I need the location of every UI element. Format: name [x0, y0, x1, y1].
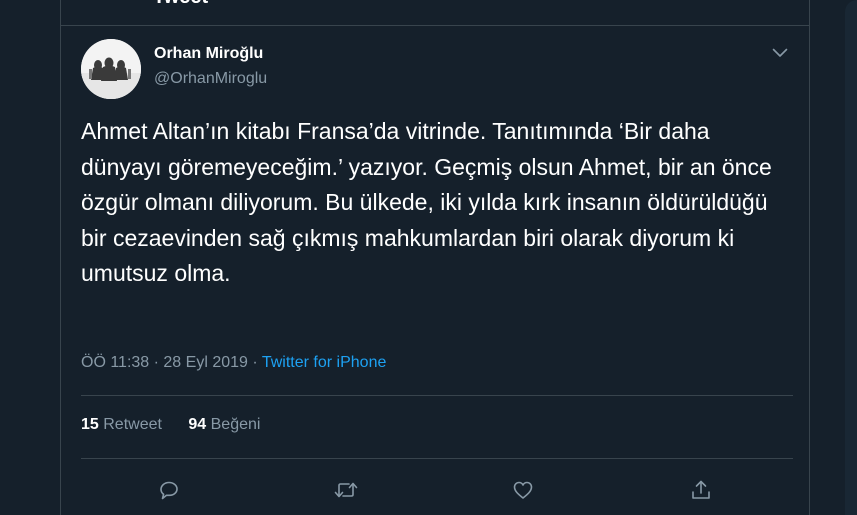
tweet-source-link[interactable]: Twitter for iPhone	[262, 354, 387, 371]
like-count: 94	[188, 416, 207, 433]
tweet-column: Tweet Orhan Miroğlu @OrhanMiroglu	[60, 0, 810, 515]
more-button[interactable]	[767, 42, 793, 64]
tweet-text: Ahmet Altan’ın kitabı Fransa’da vitrinde…	[81, 118, 779, 287]
reply-icon	[160, 481, 178, 500]
retweet-count: 15	[81, 416, 99, 433]
author-name[interactable]: Orhan Miroğlu	[154, 45, 263, 63]
author-handle[interactable]: @OrhanMiroglu	[154, 70, 267, 88]
page-header: Tweet	[61, 0, 809, 26]
heart-icon	[513, 481, 533, 499]
tweet-time[interactable]: ÖÖ 11:38	[81, 354, 149, 371]
like-label: Beğeni	[206, 416, 261, 433]
retweet-icon	[334, 482, 358, 498]
retweets-link[interactable]: 15 Retweet	[81, 416, 162, 434]
avatar[interactable]	[81, 39, 141, 99]
likes-link[interactable]: 94 Beğeni	[188, 416, 260, 434]
meta-separator: ·	[149, 354, 164, 371]
reply-button[interactable]	[149, 470, 189, 510]
tweet-actions	[61, 470, 809, 510]
share-button[interactable]	[681, 470, 721, 510]
avatar-image	[81, 39, 141, 99]
sidebar-panel-edge	[845, 0, 857, 515]
tweet-meta: ÖÖ 11:38 · 28 Eyl 2019 · Twitter for iPh…	[81, 354, 386, 372]
tweet-date[interactable]: 28 Eyl 2019	[163, 354, 248, 371]
divider	[81, 458, 793, 459]
page-title: Tweet	[153, 0, 208, 9]
meta-separator-2: ·	[247, 354, 262, 371]
left-gutter	[0, 0, 60, 515]
retweet-button[interactable]	[326, 470, 366, 510]
share-icon	[692, 480, 710, 499]
divider	[81, 395, 793, 396]
chevron-down-icon	[772, 48, 788, 57]
like-button[interactable]	[503, 470, 543, 510]
retweet-label: Retweet	[98, 416, 162, 433]
tweet-stats: 15 Retweet 94 Beğeni	[81, 416, 282, 434]
